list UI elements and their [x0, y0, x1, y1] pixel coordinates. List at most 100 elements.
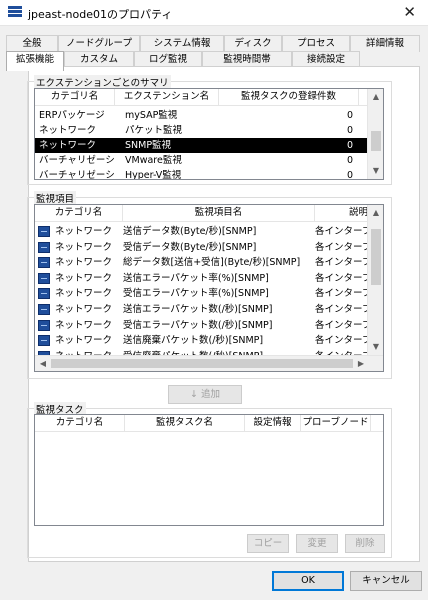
scroll-right-icon[interactable]: ▶ — [353, 356, 369, 371]
table-row[interactable]: ネットワーク受信エラーパケット数(/秒)[SNMP] 各インターフェ — [35, 318, 371, 333]
monitor-item-icon — [38, 319, 50, 331]
table-row[interactable]: ネットワーク送信エラーパケット数(/秒)[SNMP] 各インターフェ — [35, 302, 371, 317]
column-category[interactable]: カテゴリ名 — [35, 415, 125, 432]
column-extension-name[interactable]: エクステンション名 — [115, 89, 219, 106]
scroll-down-icon[interactable]: ▼ — [368, 339, 383, 355]
server-icon — [8, 6, 22, 20]
monitor-item-icon — [38, 272, 50, 284]
table-row[interactable]: ネットワーク送信データ数(Byte/秒)[SNMP] 各インターフェ — [35, 224, 371, 239]
column-description[interactable]: 説明 — [315, 205, 375, 222]
cell-category: バーチャリゼーション — [39, 170, 115, 180]
cell-monitor-item-name: 送信エラーパケット率(%)[SNMP] — [123, 272, 269, 284]
cell-description: 各インターフェ — [315, 241, 371, 253]
list-item[interactable]: ERPパッケージ mySAP監視 0 — [35, 108, 369, 123]
monitor-task-list[interactable]: カテゴリ名 監視タスク名 設定情報 プローブノード — [34, 414, 384, 526]
scroll-up-icon[interactable]: ▲ — [368, 205, 383, 221]
cell-category: ネットワーク — [55, 226, 113, 237]
cell-extension-name: VMware監視 — [125, 155, 182, 166]
monitor-item-icon — [38, 241, 50, 253]
column-monitor-item-name[interactable]: 監視項目名 — [123, 205, 315, 222]
monitor-item-list[interactable]: カテゴリ名 監視項目名 説明 ネットワーク 送信データ数(Byte/秒)[SNMP… — [34, 204, 384, 372]
edit-button[interactable]: 変更 — [296, 534, 338, 553]
column-task-count[interactable]: 監視タスクの登録件数 — [219, 89, 359, 106]
close-icon[interactable]: ✕ — [403, 3, 416, 21]
cell-category: ネットワーク — [55, 335, 113, 347]
copy-button[interactable]: コピー — [247, 534, 289, 553]
monitor-items-title: 監視項目 — [34, 191, 77, 205]
monitor-item-icon — [38, 226, 50, 237]
hscroll-thumb[interactable] — [51, 359, 353, 368]
cell-description: 各インターフェ — [315, 226, 371, 237]
table-row[interactable]: ネットワーク送信エラーパケット率(%)[SNMP] 各インターフェ — [35, 271, 371, 286]
list-item[interactable]: バーチャリゼーション Hyper-V監視 0 — [35, 168, 369, 180]
scroll-thumb[interactable] — [371, 229, 381, 285]
table-row[interactable]: ネットワーク総データ数[送信+受信](Byte/秒)[SNMP] 各インターフェ — [35, 255, 371, 270]
list-item[interactable]: ネットワーク SNMP監視 0 — [35, 138, 369, 153]
cell-monitor-item-name: 送信データ数(Byte/秒)[SNMP] — [123, 226, 257, 237]
tab-rrow1-4[interactable]: プロセス — [282, 35, 350, 52]
monitor-item-list-header: カテゴリ名 監視項目名 説明 — [35, 205, 375, 222]
window-title: jpeast-node01のプロパティ — [28, 8, 173, 21]
monitor-list-vscrollbar[interactable]: ▲ ▼ — [367, 205, 383, 355]
monitor-list-hscrollbar[interactable]: ◀ ▶ — [35, 355, 383, 371]
cell-description: 各インターフェ — [315, 257, 371, 269]
extension-list-scrollbar[interactable]: ▲ ▼ — [367, 89, 383, 179]
tab-rrow1-5[interactable]: 詳細情報 — [350, 35, 420, 52]
cell-monitor-item-name: 受信データ数(Byte/秒)[SNMP] — [123, 241, 257, 253]
tab-rrow1-1[interactable]: ノードグループ — [58, 35, 140, 52]
list-item[interactable]: ネットワーク パケット監視 0 — [35, 123, 369, 138]
cell-task-count: 0 — [346, 155, 353, 166]
cell-description: 各インターフェ — [315, 304, 371, 315]
scroll-up-icon[interactable]: ▲ — [368, 89, 383, 105]
extension-list[interactable]: カテゴリ名 エクステンション名 監視タスクの登録件数 ERPパッケージ mySAP… — [34, 88, 384, 180]
cell-task-count: 0 — [346, 170, 353, 180]
list-item[interactable]: バーチャリゼーション VMware監視 0 — [35, 153, 369, 168]
cell-category: ネットワーク — [55, 241, 113, 253]
cell-category: ネットワーク — [55, 304, 113, 315]
cell-monitor-item-name: 送信エラーパケット数(/秒)[SNMP] — [123, 304, 273, 315]
monitor-item-icon — [38, 288, 50, 300]
tab-rrow1-2[interactable]: システム情報 — [140, 35, 224, 52]
ok-button[interactable]: OK — [272, 571, 344, 591]
tab-rrow1-0[interactable]: 全般 — [6, 35, 58, 52]
cell-task-count: 0 — [346, 125, 353, 136]
table-row[interactable]: ネットワーク受信エラーパケット率(%)[SNMP] 各インターフェ — [35, 286, 371, 301]
scroll-thumb[interactable] — [371, 131, 381, 151]
cell-extension-name: パケット監視 — [125, 125, 183, 136]
scroll-left-icon[interactable]: ◀ — [35, 356, 51, 371]
table-row[interactable]: ネットワーク送信廃棄パケット数(/秒)[SNMP] 各インターフェ — [35, 333, 371, 348]
cell-description: 各インターフェ — [315, 288, 371, 300]
column-task-name[interactable]: 監視タスク名 — [125, 415, 245, 432]
monitor-task-list-header: カテゴリ名 監視タスク名 設定情報 プローブノード — [35, 415, 383, 432]
tab-rrow2-0[interactable]: 拡張機能 — [6, 51, 64, 71]
cell-description: 各インターフェ — [315, 319, 371, 331]
title-bar: jpeast-node01のプロパティ ✕ — [0, 0, 428, 26]
cell-description: 各インターフェ — [315, 272, 371, 284]
column-category[interactable]: カテゴリ名 — [35, 89, 115, 106]
add-button[interactable]: ↓ 追加 — [168, 385, 242, 404]
cell-monitor-item-name: 総データ数[送信+受信](Byte/秒)[SNMP] — [123, 257, 301, 269]
cell-description: 各インターフェ — [315, 335, 371, 347]
column-settings[interactable]: 設定情報 — [245, 415, 301, 432]
cell-category: ネットワーク — [55, 272, 113, 284]
cell-monitor-item-name: 送信廃棄パケット数(/秒)[SNMP] — [123, 335, 264, 347]
monitor-item-icon — [38, 257, 50, 269]
scroll-down-icon[interactable]: ▼ — [368, 163, 383, 179]
cancel-button[interactable]: キャンセル — [350, 571, 422, 591]
cell-category: ネットワーク — [55, 288, 113, 300]
cell-category: バーチャリゼーション — [39, 155, 115, 166]
column-category[interactable]: カテゴリ名 — [35, 205, 123, 222]
cell-extension-name: mySAP監視 — [125, 110, 178, 121]
delete-button[interactable]: 削除 — [345, 534, 385, 553]
cell-category: ERPパッケージ — [39, 110, 105, 121]
cell-extension-name: SNMP監視 — [125, 140, 172, 151]
tab-rrow1-3[interactable]: ディスク — [224, 35, 282, 52]
extension-list-header: カテゴリ名 エクステンション名 監視タスクの登録件数 — [35, 89, 383, 106]
table-row[interactable]: ネットワーク受信データ数(Byte/秒)[SNMP] 各インターフェ — [35, 240, 371, 255]
column-probe-node[interactable]: プローブノード — [301, 415, 371, 432]
cell-category: ネットワーク — [55, 319, 113, 331]
cell-task-count: 0 — [346, 140, 353, 151]
cell-task-count: 0 — [346, 110, 353, 121]
cell-extension-name: Hyper-V監視 — [125, 170, 182, 180]
cell-category: ネットワーク — [55, 257, 113, 269]
